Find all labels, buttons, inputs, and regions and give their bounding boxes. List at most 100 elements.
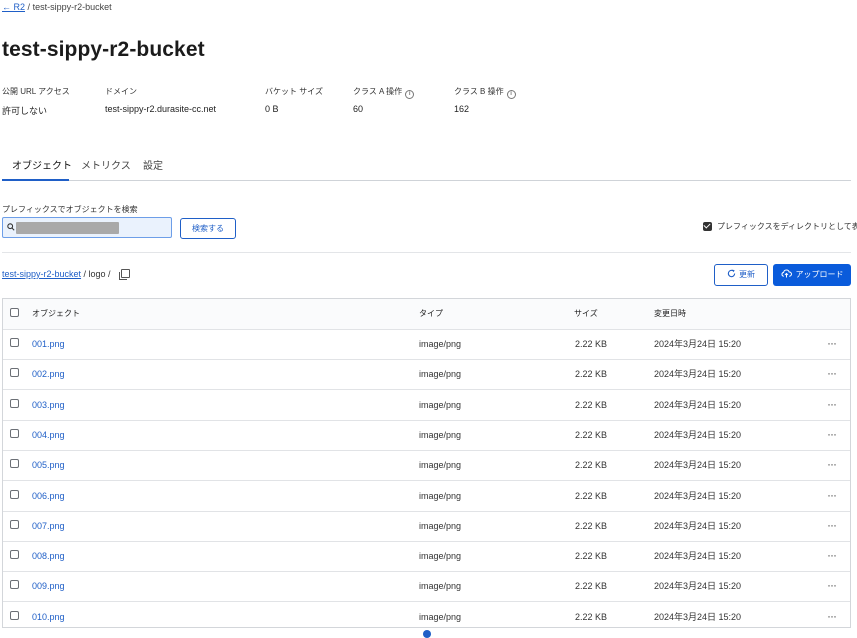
object-path: test-sippy-r2-bucket / logo / — [2, 269, 131, 280]
objects-table: オブジェクト タイプ サイズ 変更日時 001.png image/png 2.22… — [2, 298, 851, 628]
object-modified: 2024年3月24日 15:20 — [654, 581, 742, 592]
bucket-size-value: 0 B — [265, 104, 279, 114]
more-horizontal-icon[interactable]: ··· — [827, 390, 837, 418]
object-size: 2.22 KB — [575, 581, 608, 592]
row-checkbox[interactable] — [10, 519, 19, 529]
header-modified[interactable]: 変更日時 — [654, 299, 686, 329]
search-icon — [7, 223, 15, 231]
tab-metrics[interactable]: メトリクス — [81, 157, 131, 172]
public-url-value: 許可しない — [2, 106, 48, 116]
more-horizontal-icon[interactable]: ··· — [827, 511, 837, 539]
search-button[interactable]: 検索する — [180, 218, 236, 239]
table-row: 006.png image/png 2.22 KB 2024年3月24日 15:20 ·… — [3, 481, 850, 512]
object-size: 2.22 KB — [575, 551, 608, 562]
refresh-icon — [727, 269, 736, 278]
object-modified: 2024年3月24日 15:20 — [654, 429, 742, 440]
table-row: 003.png image/png 2.22 KB 2024年3月24日 15:20 ·… — [3, 390, 850, 421]
search-input[interactable] — [17, 220, 171, 237]
object-name-link[interactable]: 010.png — [32, 602, 65, 632]
upload-button[interactable]: アップロード — [773, 264, 851, 286]
more-horizontal-icon[interactable]: ··· — [827, 420, 837, 448]
object-size: 2.22 KB — [575, 339, 608, 349]
object-modified: 2024年3月24日 15:20 — [654, 399, 742, 410]
bucket-size-label: バケット サイズ — [265, 87, 323, 96]
object-type: image/png — [419, 399, 462, 410]
object-name-link[interactable]: 002.png — [32, 359, 65, 389]
object-size: 2.22 KB — [575, 369, 608, 380]
cloud-upload-icon — [781, 269, 792, 278]
row-checkbox[interactable] — [10, 550, 19, 560]
breadcrumb: ← R2 / test-sippy-r2-bucket — [2, 2, 112, 12]
object-name-link[interactable]: 007.png — [32, 511, 65, 541]
object-type: image/png — [419, 490, 462, 501]
search-label: プレフィックスでオブジェクトを検索 — [2, 205, 138, 214]
header-object[interactable]: オブジェクト — [32, 299, 80, 329]
table-row: 008.png image/png 2.22 KB 2024年3月24日 15:20 ·… — [3, 541, 850, 573]
tab-bar: オブジェクト メトリクス 設定 — [2, 150, 851, 181]
table-row: 009.png image/png 2.22 KB 2024年3月24日 15:20 ·… — [3, 571, 850, 603]
object-name-link[interactable]: 004.png — [32, 420, 65, 450]
scroll-indicator — [423, 630, 431, 638]
object-modified: 2024年3月24日 15:20 — [654, 369, 742, 380]
prefix-as-directory-checkbox[interactable] — [703, 222, 712, 231]
class-b-value: 162 — [454, 104, 470, 114]
object-type: image/png — [419, 429, 462, 440]
prefix-as-directory-label: プレフィックスをディレクトリとして表示 — [717, 222, 857, 231]
class-b-label: クラス B 操作 i — [454, 86, 516, 99]
more-horizontal-icon[interactable]: ··· — [827, 571, 837, 599]
breadcrumb-current: test-sippy-r2-bucket — [32, 2, 112, 12]
table-header: オブジェクト タイプ サイズ 変更日時 — [3, 299, 850, 330]
search-box[interactable] — [2, 217, 172, 238]
upload-button-label: アップロード — [795, 270, 844, 279]
object-name-link[interactable]: 003.png — [32, 390, 65, 420]
copy-icon[interactable] — [119, 269, 131, 280]
path-bucket-link[interactable]: test-sippy-r2-bucket — [2, 269, 81, 279]
row-checkbox[interactable] — [10, 338, 19, 347]
header-size[interactable]: サイズ — [574, 299, 598, 329]
table-row: 002.png image/png 2.22 KB 2024年3月24日 15:20 ·… — [3, 359, 850, 391]
object-name-link[interactable]: 001.png — [32, 329, 65, 359]
tab-settings[interactable]: 設定 — [143, 157, 163, 172]
object-size: 2.22 KB — [575, 611, 608, 622]
active-tab-indicator — [2, 179, 69, 181]
more-horizontal-icon[interactable]: ··· — [827, 602, 837, 630]
object-modified: 2024年3月24日 15:20 — [654, 551, 742, 562]
select-all-checkbox[interactable] — [10, 308, 19, 317]
info-icon[interactable]: i — [405, 90, 415, 99]
more-horizontal-icon[interactable]: ··· — [827, 359, 837, 387]
object-type: image/png — [419, 611, 462, 622]
object-name-link[interactable]: 005.png — [32, 450, 65, 480]
path-rest: / logo / — [81, 269, 114, 279]
more-horizontal-icon[interactable]: ··· — [827, 481, 837, 509]
more-horizontal-icon[interactable]: ··· — [827, 541, 837, 569]
class-b-label-text: クラス B 操作 — [454, 87, 504, 96]
object-type: image/png — [419, 551, 462, 562]
object-modified: 2024年3月24日 15:20 — [654, 520, 742, 531]
header-type[interactable]: タイプ — [419, 299, 443, 329]
table-row: 004.png image/png 2.22 KB 2024年3月24日 15:20 ·… — [3, 420, 850, 451]
prefix-as-directory-option[interactable]: プレフィックスをディレクトリとして表示 — [703, 221, 857, 232]
object-modified: 2024年3月24日 15:20 — [654, 490, 742, 501]
class-a-label: クラス A 操作 i — [353, 86, 415, 99]
object-name-link[interactable]: 009.png — [32, 571, 65, 601]
row-checkbox[interactable] — [10, 489, 19, 499]
object-name-link[interactable]: 008.png — [32, 541, 65, 571]
object-modified: 2024年3月24日 15:20 — [654, 611, 742, 622]
row-checkbox[interactable] — [10, 368, 19, 378]
row-checkbox[interactable] — [10, 459, 19, 469]
object-type: image/png — [419, 581, 462, 592]
more-horizontal-icon[interactable]: ··· — [827, 329, 837, 357]
refresh-button[interactable]: 更新 — [714, 264, 768, 286]
info-icon[interactable]: i — [506, 90, 516, 99]
row-checkbox[interactable] — [10, 580, 19, 590]
public-url-label: 公開 URL アクセス — [2, 87, 70, 96]
row-checkbox[interactable] — [10, 428, 19, 438]
breadcrumb-back-link-r2[interactable]: ← R2 — [2, 2, 25, 12]
row-checkbox[interactable] — [10, 610, 19, 620]
more-horizontal-icon[interactable]: ··· — [827, 450, 837, 478]
table-row: 010.png image/png 2.22 KB 2024年3月24日 15:20 ·… — [3, 602, 850, 632]
row-checkbox[interactable] — [10, 398, 19, 408]
object-name-link[interactable]: 006.png — [32, 481, 65, 511]
object-size: 2.22 KB — [575, 460, 608, 471]
tab-objects[interactable]: オブジェクト — [12, 157, 72, 172]
